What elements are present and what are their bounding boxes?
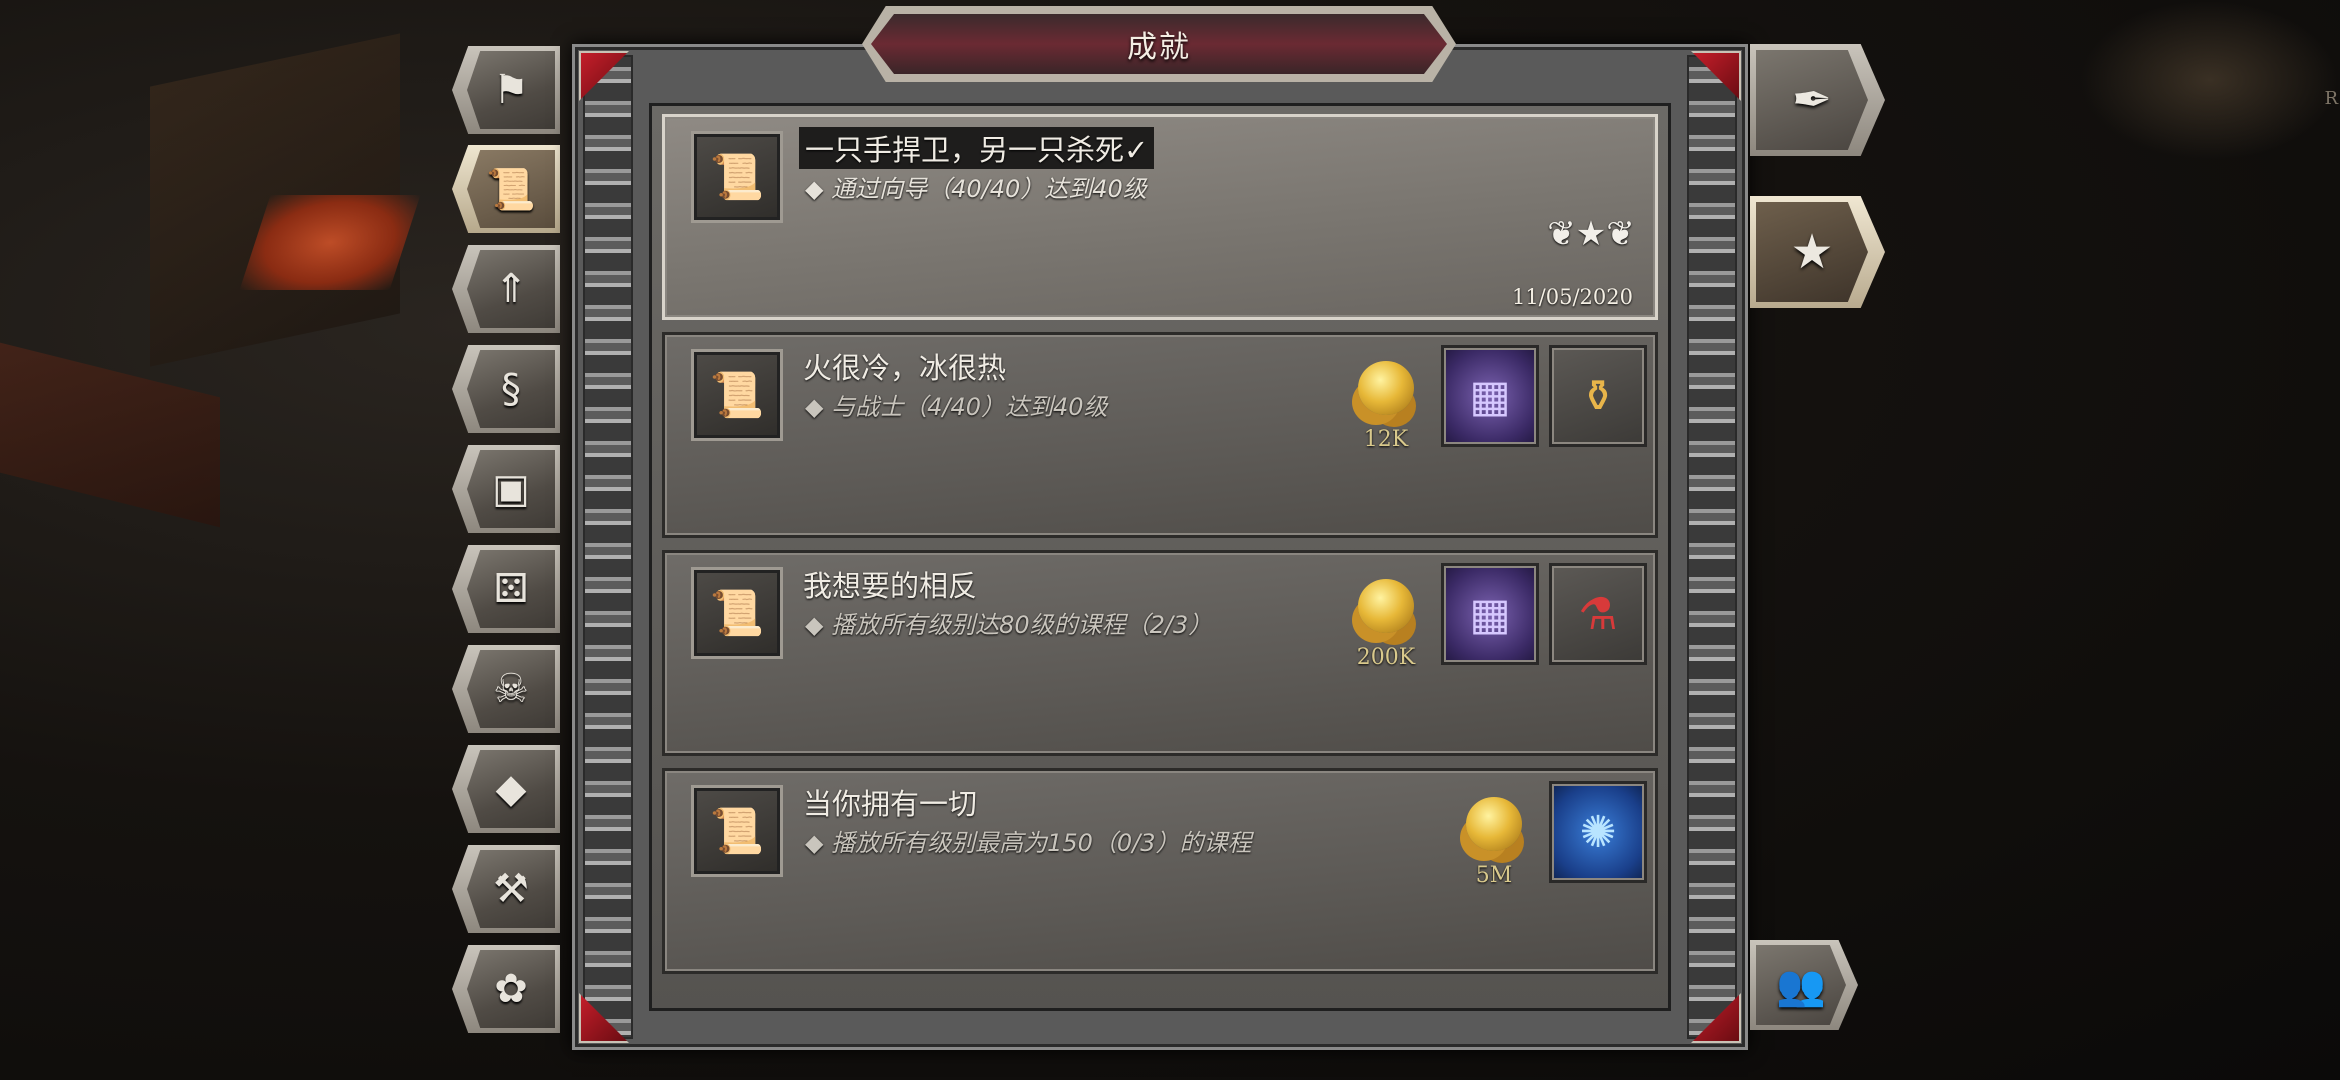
serpent-icon: § xyxy=(467,350,555,428)
tab-feather[interactable]: ✒ xyxy=(1750,44,1885,156)
gold-amount: 200K xyxy=(1356,645,1416,670)
reward-list: 5M ✺ xyxy=(1449,781,1647,888)
achievement-card[interactable]: 📜 一只手捍卫，另一只杀死✓ ◆ 通过向导（40/40）达到40级 ❦★❦ 11/05/… xyxy=(662,114,1658,320)
achievements-panel: 📜 一只手捍卫，另一只杀死✓ ◆ 通过向导（40/40）达到40级 ❦★❦ 11/05/… xyxy=(572,44,1748,1050)
tab-gambling[interactable]: ⚄ xyxy=(452,545,560,633)
achievement-description: ◆ 播放所有级别最高为150（0/3）的课程 xyxy=(805,829,1252,857)
panel-border-left xyxy=(583,55,633,1039)
gold-coins-icon xyxy=(1358,361,1414,415)
scroll-i-icon: 📜 xyxy=(691,349,783,441)
achievement-card[interactable]: 📜 我想要的相反 ◆ 播放所有级别达80级的课程（2/3） 200K ▦ ⚗ xyxy=(662,550,1658,756)
achievement-description: ◆ 播放所有级别达80级的课程（2/3） xyxy=(805,611,1213,639)
flask-icon[interactable]: ⚱ xyxy=(1549,345,1647,447)
panel-border-right xyxy=(1687,55,1737,1039)
reward-list: 12K ▦ ⚱ xyxy=(1341,345,1647,452)
tab-pets[interactable]: ✿ xyxy=(452,945,560,1033)
gold-coins-icon xyxy=(1358,579,1414,633)
achievement-title: 火很冷，冰很热 xyxy=(803,351,1007,385)
dice-icon: ⚄ xyxy=(467,550,555,628)
title-banner: 成就 xyxy=(862,6,1456,82)
people-icon: 👥 xyxy=(1756,945,1846,1025)
background-roof xyxy=(0,342,220,528)
tab-treasure[interactable]: ▣ xyxy=(452,445,560,533)
background-forge-fire xyxy=(239,195,421,290)
tab-social[interactable]: 👥 xyxy=(1750,940,1858,1030)
tab-quests[interactable]: ⚑ xyxy=(452,46,560,134)
reward-list: 200K ▦ ⚗ xyxy=(1341,563,1647,670)
scroll-v-icon: 📜 xyxy=(691,785,783,877)
diamond-icon: ◆ xyxy=(467,750,555,828)
completion-date: 11/05/2020 xyxy=(1511,285,1633,309)
scroll-ii-icon: 📜 xyxy=(691,131,783,223)
tab-guides[interactable]: 📜 xyxy=(452,145,560,233)
tab-ascension[interactable]: ⇑ xyxy=(452,245,560,333)
gold-amount: 12K xyxy=(1363,427,1409,452)
background-letter: R xyxy=(2324,88,2338,109)
achievement-title: 当你拥有一切 xyxy=(803,787,978,821)
paw-icon: ✿ xyxy=(467,950,555,1028)
background-wagon xyxy=(2080,0,2340,160)
achievement-title: 一只手捍卫，另一只杀死✓ xyxy=(799,127,1155,169)
achievement-description: ◆ 与战士（4/40）达到40级 xyxy=(805,393,1108,421)
gold-reward: 200K xyxy=(1341,563,1431,670)
chest-icon: ▣ xyxy=(467,450,555,528)
banner-icon: ⚑ xyxy=(467,51,555,129)
gold-reward: 5M xyxy=(1449,781,1539,888)
red-potion-icon[interactable]: ⚗ xyxy=(1549,563,1647,665)
winged-arrow-icon: ⇑ xyxy=(467,250,555,328)
gold-coins-icon xyxy=(1466,797,1522,851)
demon-skull-icon: ☠ xyxy=(467,650,555,728)
laurel-star-icon: ❦★❦ xyxy=(1547,214,1635,254)
gold-reward: 12K xyxy=(1341,345,1431,452)
purple-cube-icon[interactable]: ▦ xyxy=(1441,345,1539,447)
scroll-icon: 📜 xyxy=(467,150,555,228)
feather-icon: ✒ xyxy=(1756,50,1868,150)
tab-rank[interactable]: ★ xyxy=(1750,196,1885,308)
achievement-title: 我想要的相反 xyxy=(803,569,978,603)
laurel-star-icon: ★ xyxy=(1756,202,1868,302)
blue-rune-icon[interactable]: ✺ xyxy=(1549,781,1647,883)
achievement-description: ◆ 通过向导（40/40）达到40级 xyxy=(805,175,1147,203)
tab-bosses[interactable]: § xyxy=(452,345,560,433)
gold-amount: 5M xyxy=(1475,863,1513,888)
achievement-card[interactable]: 📜 当你拥有一切 ◆ 播放所有级别最高为150（0/3）的课程 5M ✺ xyxy=(662,768,1658,974)
achievement-card[interactable]: 📜 火很冷，冰很热 ◆ 与战士（4/40）达到40级 12K ▦ ⚱ xyxy=(662,332,1658,538)
achievement-list[interactable]: 📜 一只手捍卫，另一只杀死✓ ◆ 通过向导（40/40）达到40级 ❦★❦ 11/05/… xyxy=(649,103,1671,1011)
hammer-icon: ⚒ xyxy=(467,850,555,928)
tab-crafting[interactable]: ⚒ xyxy=(452,845,560,933)
tab-demons[interactable]: ☠ xyxy=(452,645,560,733)
tab-gems[interactable]: ◆ xyxy=(452,745,560,833)
scroll-iv-icon: 📜 xyxy=(691,567,783,659)
page-title: 成就 xyxy=(1127,30,1191,65)
purple-cube-icon[interactable]: ▦ xyxy=(1441,563,1539,665)
